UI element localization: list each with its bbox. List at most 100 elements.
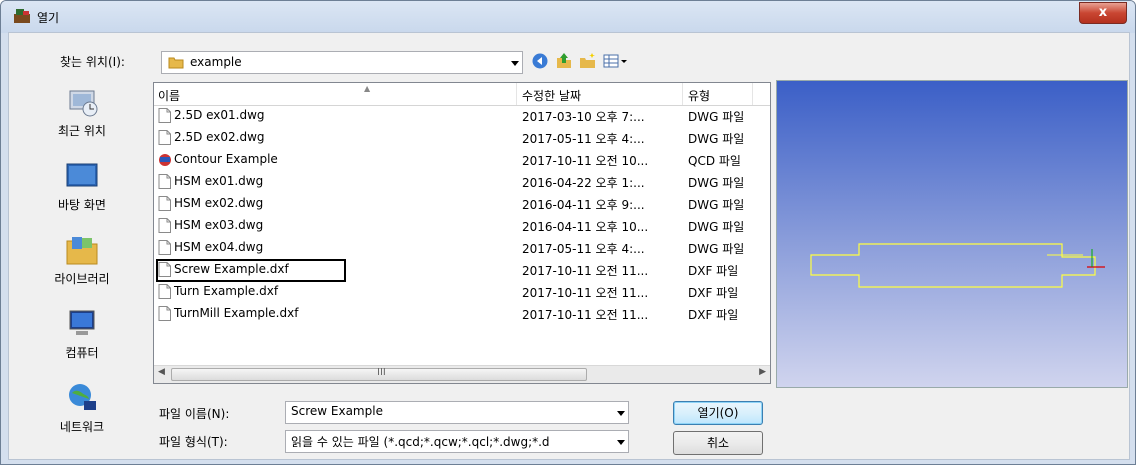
file-list[interactable]: 이름 ▲ 수정한 날짜 유형 2.5D ex01.dwg 2017-03-10 오…	[153, 82, 771, 384]
filename-input[interactable]: Screw Example	[285, 401, 629, 424]
place-label: 라이브러리	[54, 272, 110, 286]
file-icon	[158, 240, 171, 255]
open-button[interactable]: 열기(O)	[673, 401, 763, 425]
places-bar: 최근 위치 바탕 화면 라이브러리 컴퓨터 네트워크	[22, 79, 142, 451]
column-divider[interactable]	[682, 83, 683, 105]
table-row[interactable]: TurnMill Example.dxf 2017-10-11 오전 11... D…	[154, 303, 770, 325]
file-icon	[158, 284, 171, 299]
place-recent[interactable]: 최근 위치	[22, 85, 142, 155]
file-icon	[158, 218, 171, 233]
table-row[interactable]: 2.5D ex02.dwg 2017-05-11 오후 4:... DWG 파일	[154, 127, 770, 149]
computer-icon	[69, 310, 95, 335]
file-name-text: Contour Example	[174, 152, 278, 166]
libraries-icon	[66, 237, 98, 265]
cancel-button[interactable]: 취소	[673, 431, 763, 455]
preview-drawing	[810, 243, 1105, 288]
file-name-text: 2.5D ex01.dwg	[174, 108, 265, 122]
file-name[interactable]: HSM ex03.dwg	[158, 218, 263, 233]
place-computer[interactable]: 컴퓨터	[22, 307, 142, 377]
network-icon	[69, 384, 96, 410]
list-header: 이름 ▲ 수정한 날짜 유형	[154, 83, 770, 106]
recent-places-icon	[69, 90, 98, 117]
new-folder-icon[interactable]	[579, 52, 597, 70]
desktop-icon	[66, 163, 98, 187]
column-name[interactable]: 이름	[158, 87, 180, 104]
chevron-down-icon[interactable]	[511, 61, 519, 66]
file-icon	[158, 130, 171, 145]
file-date: 2017-10-11 오전 11...	[522, 286, 649, 300]
column-type[interactable]: 유형	[688, 87, 710, 104]
column-date[interactable]: 수정한 날짜	[522, 87, 581, 104]
table-row[interactable]: HSM ex02.dwg 2016-04-11 오후 9:... DWG 파일	[154, 193, 770, 215]
up-folder-icon[interactable]	[555, 52, 573, 70]
title-bar[interactable]: 열기 x	[1, 1, 1135, 33]
table-row[interactable]: HSM ex03.dwg 2016-04-11 오후 10... DWG 파일	[154, 215, 770, 237]
place-desktop[interactable]: 바탕 화면	[22, 159, 142, 229]
scroll-right-icon[interactable]: ▶	[759, 367, 766, 377]
file-icon	[158, 196, 171, 211]
qcd-file-icon	[159, 154, 171, 166]
file-type: DXF 파일	[688, 286, 739, 300]
file-type: DWG 파일	[688, 132, 745, 146]
view-menu-icon[interactable]	[603, 52, 629, 70]
file-type: DWG 파일	[688, 198, 745, 212]
file-date: 2017-03-10 오후 7:...	[522, 110, 645, 124]
file-type: DWG 파일	[688, 220, 745, 234]
filename-value: Screw Example	[291, 404, 383, 418]
table-row[interactable]: Contour Example 2017-10-11 오전 10... QCD 파일	[154, 149, 770, 171]
folder-icon	[168, 57, 184, 69]
file-name[interactable]: Screw Example.dxf	[158, 262, 289, 277]
file-name[interactable]: Contour Example	[158, 152, 278, 167]
table-row[interactable]: HSM ex04.dwg 2017-05-11 오후 4:... DWG 파일	[154, 237, 770, 259]
file-date: 2016-04-22 오후 1:...	[522, 176, 645, 190]
file-date: 2017-05-11 오후 4:...	[522, 242, 645, 256]
file-date: 2017-10-11 오전 10...	[522, 154, 649, 168]
file-date: 2016-04-11 오후 9:...	[522, 198, 645, 212]
open-dialog: 열기 x 찾는 위치(I): example 최근 위치 바탕 화면 라이브러리…	[0, 0, 1136, 465]
filetype-label: 파일 형식(T):	[159, 435, 228, 449]
file-icon	[158, 306, 171, 321]
filetype-value: 읽을 수 있는 파일 (*.qcd;*.qcw;*.qcl;*.dwg;*.d	[291, 435, 550, 449]
window-title: 열기	[37, 11, 60, 25]
file-name-text: 2.5D ex02.dwg	[174, 130, 265, 144]
place-label: 바탕 화면	[58, 198, 106, 212]
file-type: DWG 파일	[688, 176, 745, 190]
file-name-text: Turn Example.dxf	[174, 284, 279, 298]
scroll-thumb[interactable]: III	[171, 367, 587, 381]
table-row[interactable]: HSM ex01.dwg 2016-04-22 오후 1:... DWG 파일	[154, 171, 770, 193]
file-name[interactable]: HSM ex04.dwg	[158, 240, 263, 255]
file-name[interactable]: HSM ex01.dwg	[158, 174, 263, 189]
place-label: 컴퓨터	[65, 346, 99, 360]
file-type: DXF 파일	[688, 308, 739, 322]
file-name[interactable]: 2.5D ex01.dwg	[158, 108, 265, 123]
file-type: DWG 파일	[688, 110, 745, 124]
place-network[interactable]: 네트워크	[22, 381, 142, 451]
file-name-text: HSM ex02.dwg	[174, 196, 264, 210]
file-date: 2017-05-11 오후 4:...	[522, 132, 645, 146]
lookin-value: example	[190, 55, 242, 69]
chevron-down-icon[interactable]	[617, 411, 625, 416]
lookin-dropdown[interactable]: example	[161, 51, 523, 74]
table-row[interactable]: Screw Example.dxf 2017-10-11 오전 11... DXF …	[154, 259, 770, 282]
sort-up-icon: ▲	[364, 84, 371, 93]
file-name[interactable]: TurnMill Example.dxf	[158, 306, 298, 321]
lookin-label: 찾는 위치(I):	[60, 55, 125, 69]
table-row[interactable]: Turn Example.dxf 2017-10-11 오전 11... DXF 파…	[154, 281, 770, 303]
chevron-down-icon[interactable]	[617, 440, 625, 445]
dialog-client: 찾는 위치(I): example 최근 위치 바탕 화면 라이브러리 컴퓨터 …	[8, 32, 1130, 460]
table-row[interactable]: 2.5D ex01.dwg 2017-03-10 오후 7:... DWG 파일	[154, 105, 770, 127]
filetype-dropdown[interactable]: 읽을 수 있는 파일 (*.qcd;*.qcw;*.qcl;*.dwg;*.d	[285, 430, 629, 453]
file-type: DXF 파일	[688, 264, 739, 278]
column-divider[interactable]	[752, 83, 753, 105]
back-icon[interactable]	[531, 52, 549, 70]
file-icon	[158, 174, 171, 189]
scroll-left-icon[interactable]: ◀	[158, 367, 165, 377]
horizontal-scrollbar[interactable]: ◀ III ▶	[154, 365, 770, 383]
column-divider[interactable]	[516, 83, 517, 105]
place-libraries[interactable]: 라이브러리	[22, 233, 142, 303]
file-name[interactable]: 2.5D ex02.dwg	[158, 130, 265, 145]
file-name-text: HSM ex01.dwg	[174, 174, 264, 188]
close-button[interactable]: x	[1079, 2, 1127, 24]
file-name[interactable]: HSM ex02.dwg	[158, 196, 263, 211]
file-name[interactable]: Turn Example.dxf	[158, 284, 278, 299]
